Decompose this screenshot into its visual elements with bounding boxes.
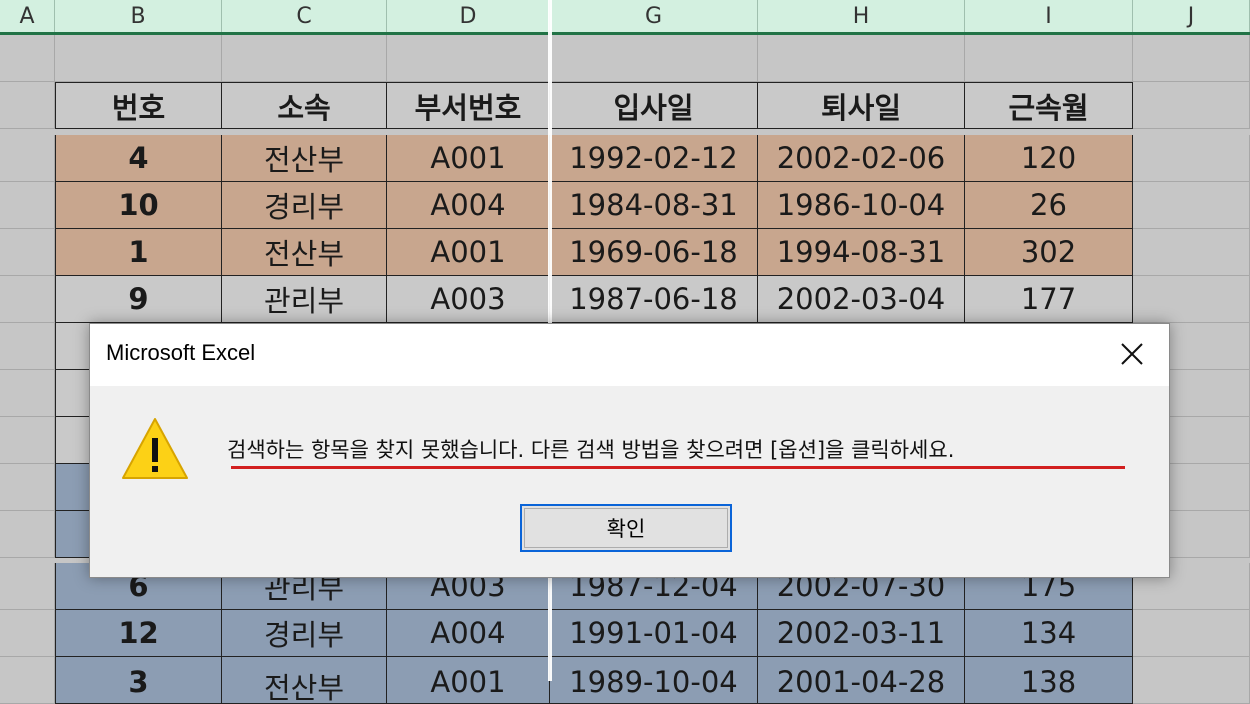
- table-header-row: 번호 소속 부서번호 입사일 퇴사일 근속월: [0, 82, 1250, 129]
- dialog-title: Microsoft Excel: [106, 340, 256, 365]
- cell-months[interactable]: 120: [965, 135, 1133, 182]
- cell[interactable]: [0, 511, 55, 558]
- cell[interactable]: [0, 35, 55, 82]
- cell-start[interactable]: 1984-08-31: [550, 182, 758, 229]
- cell-no[interactable]: 9: [55, 276, 222, 323]
- cell[interactable]: [1133, 35, 1250, 82]
- cell-start[interactable]: 1991-01-04: [550, 610, 758, 657]
- cell-code[interactable]: A001: [387, 229, 550, 276]
- cell[interactable]: [1133, 82, 1250, 129]
- cell[interactable]: [0, 563, 55, 610]
- cell[interactable]: [0, 323, 55, 370]
- close-icon[interactable]: [1109, 332, 1155, 376]
- cell-start[interactable]: 1969-06-18: [550, 229, 758, 276]
- table-row: 4 전산부 A001 1992-02-12 2002-02-06 120: [0, 135, 1250, 182]
- cell[interactable]: [0, 370, 55, 417]
- column-header-g[interactable]: G: [550, 0, 758, 33]
- cell[interactable]: [0, 417, 55, 464]
- column-header-j[interactable]: J: [1133, 0, 1250, 33]
- cell-no[interactable]: 10: [55, 182, 222, 229]
- cell[interactable]: [1133, 610, 1250, 657]
- cell[interactable]: [1133, 229, 1250, 276]
- cell[interactable]: [387, 35, 550, 82]
- dialog-titlebar[interactable]: Microsoft Excel: [90, 324, 1169, 386]
- column-header-b[interactable]: B: [55, 0, 222, 33]
- header-no[interactable]: 번호: [55, 82, 222, 129]
- column-header-bar: A B C D G H I J: [0, 0, 1250, 35]
- ok-button[interactable]: 확인: [520, 504, 732, 552]
- cell-code[interactable]: A004: [387, 610, 550, 657]
- cell[interactable]: [222, 35, 387, 82]
- cell-code[interactable]: A004: [387, 182, 550, 229]
- header-end[interactable]: 퇴사일: [758, 82, 965, 129]
- table-row: 1 전산부 A001 1969-06-18 1994-08-31 302: [0, 229, 1250, 276]
- cell[interactable]: [0, 610, 55, 657]
- column-header-i[interactable]: I: [965, 0, 1133, 33]
- cell-dept[interactable]: 경리부: [222, 610, 387, 657]
- table-row: 10 경리부 A004 1984-08-31 1986-10-04 26: [0, 182, 1250, 229]
- table-row: 12 경리부 A004 1991-01-04 2002-03-11 134: [0, 610, 1250, 657]
- cell[interactable]: [1133, 276, 1250, 323]
- cell[interactable]: [0, 276, 55, 323]
- cell[interactable]: [55, 35, 222, 82]
- column-header-c[interactable]: C: [222, 0, 387, 33]
- cell-dept[interactable]: 전산부: [222, 229, 387, 276]
- cell-code[interactable]: A003: [387, 276, 550, 323]
- cell[interactable]: [1133, 135, 1250, 182]
- cell[interactable]: [758, 35, 965, 82]
- column-header-h[interactable]: H: [758, 0, 965, 33]
- warning-icon: [120, 416, 190, 482]
- column-header-a[interactable]: A: [0, 0, 55, 33]
- cell-end[interactable]: 2002-02-06: [758, 135, 965, 182]
- cell-end[interactable]: 1994-08-31: [758, 229, 965, 276]
- cell-end[interactable]: 1986-10-04: [758, 182, 965, 229]
- cell-no[interactable]: 4: [55, 135, 222, 182]
- cell[interactable]: [0, 229, 55, 276]
- cell[interactable]: [0, 135, 55, 182]
- cell-start[interactable]: 1992-02-12: [550, 135, 758, 182]
- cell-months[interactable]: 177: [965, 276, 1133, 323]
- cell[interactable]: [550, 35, 758, 82]
- cell-months[interactable]: 26: [965, 182, 1133, 229]
- cell[interactable]: [0, 82, 55, 129]
- cell[interactable]: [0, 464, 55, 511]
- ok-button-label: 확인: [606, 517, 646, 541]
- cell-dept[interactable]: 전산부: [222, 135, 387, 182]
- cell[interactable]: [0, 182, 55, 229]
- header-months[interactable]: 근속월: [965, 82, 1133, 129]
- cell-months[interactable]: 302: [965, 229, 1133, 276]
- cell-start[interactable]: 1987-06-18: [550, 276, 758, 323]
- blank-row: [0, 35, 1250, 82]
- cell[interactable]: [1133, 182, 1250, 229]
- header-start[interactable]: 입사일: [550, 82, 758, 129]
- cell-no[interactable]: 12: [55, 610, 222, 657]
- cell-end[interactable]: 2002-03-11: [758, 610, 965, 657]
- cell[interactable]: [965, 35, 1133, 82]
- cell-end[interactable]: 2002-03-04: [758, 276, 965, 323]
- cell-dept[interactable]: 경리부: [222, 182, 387, 229]
- table-row: 9 관리부 A003 1987-06-18 2002-03-04 177: [0, 276, 1250, 323]
- message-underline: [231, 466, 1125, 469]
- dialog-message: 검색하는 항목을 찾지 못했습니다. 다른 검색 방법을 찾으려면 [옵션]을 …: [227, 438, 955, 462]
- header-code[interactable]: 부서번호: [387, 82, 550, 129]
- cell-code[interactable]: A001: [387, 135, 550, 182]
- header-dept[interactable]: 소속: [222, 82, 387, 129]
- cell-months[interactable]: 134: [965, 610, 1133, 657]
- message-dialog: Microsoft Excel 검색하는 항목을 찾지 못했습니다. 다른 검색…: [89, 323, 1170, 578]
- column-header-d[interactable]: D: [387, 0, 550, 33]
- cell-no[interactable]: 1: [55, 229, 222, 276]
- cell-dept[interactable]: 관리부: [222, 276, 387, 323]
